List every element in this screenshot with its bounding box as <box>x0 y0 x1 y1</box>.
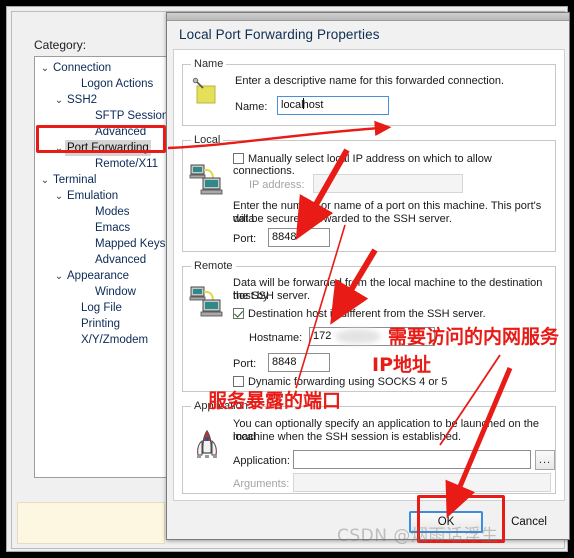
annotation-hostname-note-line1: 需要访问的内网服务 <box>388 326 560 348</box>
name-input-text-after-caret: host <box>302 99 324 111</box>
destination-host-checkbox-label: Destination host is different from the S… <box>248 308 486 320</box>
name-input[interactable]: localhost <box>277 96 389 115</box>
tree-item-label: Remote/X11 <box>95 158 159 170</box>
tree-item-label: Advanced <box>95 254 147 266</box>
application-browse-button[interactable]: ... <box>535 450 555 470</box>
local-port-description-line2: will be securely forwarded to the SSH se… <box>233 213 452 225</box>
chevron-down-icon[interactable]: ⌄ <box>53 269 65 285</box>
dialog-titlebar[interactable] <box>167 13 569 21</box>
name-label: Name: <box>235 101 268 113</box>
parent-window-status-strip <box>17 502 165 544</box>
tree-item[interactable]: Mapped Keys <box>35 236 172 252</box>
remote-hostname-label: Hostname: <box>249 332 303 344</box>
sticky-note-icon <box>191 77 221 112</box>
cancel-button[interactable]: Cancel <box>495 511 563 533</box>
application-group: Application You can optionally specify a… <box>182 400 556 494</box>
tree-item[interactable]: Modes <box>35 204 172 220</box>
tree-item[interactable]: X/Y/Zmodem <box>35 332 172 348</box>
remote-hostname-value: 172 <box>313 330 332 342</box>
tree-item-label: Connection <box>53 62 112 74</box>
tree-item[interactable]: ⌄ Emulation <box>35 188 172 204</box>
screenshot-root: Category: ⌄ Connection Logon Actions ⌄ SSH2 S… <box>0 0 574 558</box>
watermark: CSDN @烟雨话浮生 <box>337 526 499 546</box>
tree-item[interactable]: Log File <box>35 300 172 316</box>
name-description: Enter a descriptive name for this forwar… <box>235 75 505 87</box>
remote-port-label: Port: <box>233 358 257 370</box>
local-ip-input <box>313 174 463 193</box>
local-port-label: Port: <box>233 233 257 245</box>
tree-item-label: Port Forwarding <box>65 140 151 156</box>
tree-item[interactable]: ⌄ Appearance <box>35 268 172 284</box>
annotation-hostname-note-line2: IP地址 <box>372 354 431 376</box>
tree-item[interactable]: ⌄ Port Forwarding <box>35 140 172 156</box>
chevron-down-icon[interactable]: ⌄ <box>53 141 65 157</box>
local-port-forwarding-dialog: Local Port Forwarding Properties Name En… <box>166 12 570 540</box>
tree-item-label: Mapped Keys <box>95 238 166 250</box>
chevron-down-icon[interactable]: ⌄ <box>53 93 65 109</box>
tree-item-label: Emulation <box>67 190 119 202</box>
tree-item[interactable]: ⌄ Connection <box>35 60 172 76</box>
tree-item[interactable]: Window <box>35 284 172 300</box>
tree-item[interactable]: Emacs <box>35 220 172 236</box>
tree-item-label: Modes <box>95 206 130 218</box>
application-label: Application: <box>233 455 290 467</box>
dialog-title: Local Port Forwarding Properties <box>179 27 380 42</box>
local-group: Local Manually select local IP address o… <box>182 134 556 252</box>
remote-description-line2: the SSH server. <box>233 290 311 302</box>
redacted-hostname-blur <box>335 329 381 344</box>
arguments-label: Arguments: <box>233 478 290 490</box>
category-tree[interactable]: ⌄ Connection Logon Actions ⌄ SSH2 SFTP Sessio… <box>34 56 173 478</box>
application-description-line2: machine when the SSH session is establis… <box>233 431 462 443</box>
tree-item[interactable]: SFTP Session <box>35 108 172 124</box>
tree-item[interactable]: Advanced <box>35 252 172 268</box>
dialog-content: Name Enter a descriptive name for this f… <box>173 49 565 501</box>
tree-item-label: Log File <box>81 302 122 314</box>
rocket-icon <box>191 429 223 466</box>
arguments-input <box>293 473 551 492</box>
tree-item[interactable]: Advanced <box>35 124 172 140</box>
tree-item[interactable]: Logon Actions <box>35 76 172 92</box>
tree-item[interactable]: ⌄ SSH2 <box>35 92 172 108</box>
tree-item-label: Window <box>95 286 136 298</box>
name-group: Name Enter a descriptive name for this f… <box>182 58 556 126</box>
tree-item-label: Terminal <box>53 174 97 186</box>
tree-item[interactable]: Printing <box>35 316 172 332</box>
chevron-down-icon[interactable]: ⌄ <box>39 61 51 77</box>
tree-item[interactable]: ⌄ Terminal <box>35 172 172 188</box>
annotation-port-note: 服务暴露的端口 <box>208 390 342 412</box>
two-computers-icon-remote <box>189 285 225 324</box>
local-group-title: Local <box>191 134 224 146</box>
manual-ip-checkbox[interactable] <box>233 153 244 164</box>
local-port-input[interactable]: 8848 <box>268 228 330 247</box>
destination-host-checkbox[interactable] <box>233 308 244 319</box>
chevron-down-icon[interactable]: ⌄ <box>53 189 65 205</box>
tree-item[interactable]: Remote/X11 <box>35 156 172 172</box>
local-ip-label: IP address: <box>249 179 305 191</box>
tree-item-label: SFTP Session <box>95 110 169 122</box>
tree-item-label: Advanced <box>95 126 147 138</box>
tree-item-label: Printing <box>81 318 120 330</box>
tree-item-label: X/Y/Zmodem <box>81 334 149 346</box>
tree-item-label: Appearance <box>67 270 130 282</box>
tree-item-label: SSH2 <box>67 94 98 106</box>
remote-port-input[interactable]: 8848 <box>268 353 330 372</box>
tree-item-label: Logon Actions <box>81 78 154 90</box>
name-group-title: Name <box>191 58 227 70</box>
chevron-down-icon[interactable]: ⌄ <box>39 173 51 189</box>
tree-item-label: Emacs <box>95 222 131 234</box>
name-input-text-before-caret: local <box>281 99 304 111</box>
destination-host-checkbox-row[interactable]: Destination host is different from the S… <box>233 308 486 320</box>
remote-group-title: Remote <box>191 260 236 272</box>
application-input[interactable] <box>293 450 531 469</box>
two-computers-icon-local <box>189 163 225 202</box>
category-label: Category: <box>34 38 87 52</box>
